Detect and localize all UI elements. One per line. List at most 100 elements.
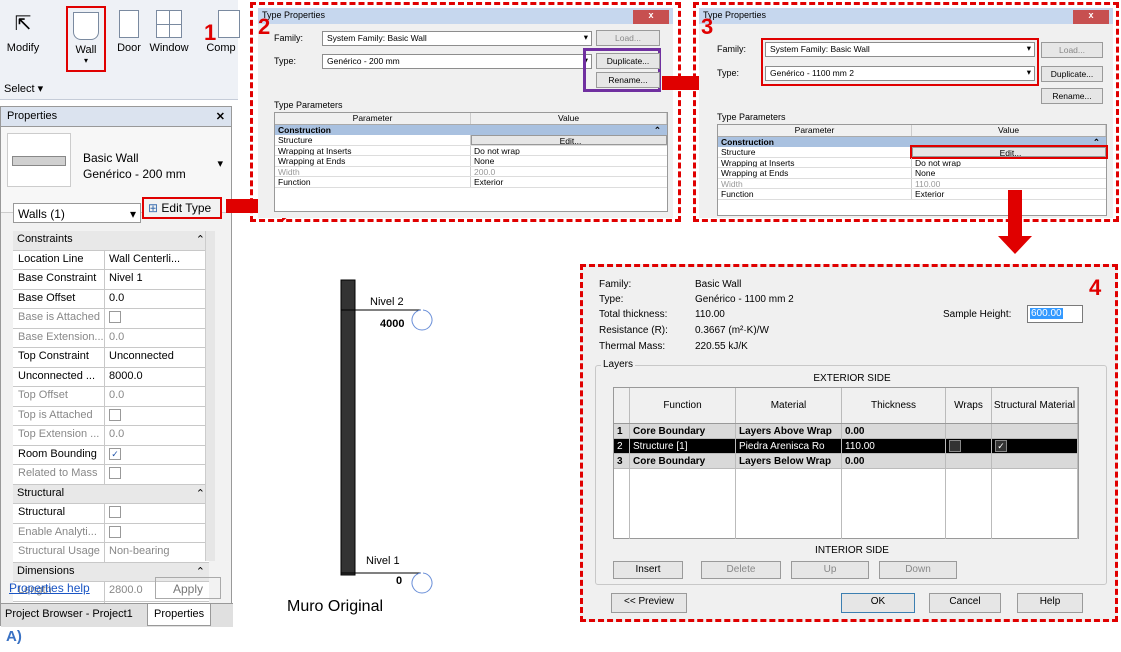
sample-height-input[interactable]: 600.00 bbox=[1027, 305, 1083, 323]
ok-button[interactable]: OK bbox=[841, 593, 915, 613]
instance-filter[interactable]: Walls (1) ▾ bbox=[13, 203, 141, 223]
property-value[interactable] bbox=[105, 504, 209, 523]
apply-button[interactable]: Apply bbox=[155, 577, 221, 599]
property-value[interactable]: 0.0 bbox=[105, 426, 209, 445]
layer-row[interactable]: 3 Core Boundary Layers Below Wrap 0.00 bbox=[614, 454, 1078, 469]
structural-material-cell[interactable] bbox=[992, 424, 1078, 438]
property-value[interactable]: ✓ bbox=[105, 446, 209, 465]
checkbox-icon[interactable] bbox=[109, 467, 121, 480]
duplicate-button[interactable]: Duplicate... bbox=[596, 53, 660, 69]
close-icon[interactable]: x bbox=[633, 10, 669, 24]
property-row[interactable]: Structural Usage Non-bearing bbox=[13, 543, 209, 563]
property-value[interactable] bbox=[105, 465, 209, 484]
collapse-icon[interactable]: ⌃ bbox=[654, 125, 661, 135]
property-row[interactable]: Related to Mass bbox=[13, 465, 209, 485]
property-value[interactable]: Nivel 1 bbox=[105, 270, 209, 289]
duplicate-button[interactable]: Duplicate... bbox=[1041, 66, 1103, 82]
tab-properties[interactable]: Properties bbox=[147, 604, 212, 626]
table-row[interactable]: Width 200.0 bbox=[275, 166, 667, 177]
property-row[interactable]: Top is Attached bbox=[13, 406, 209, 426]
property-row[interactable]: Base Offset 0.0 bbox=[13, 289, 209, 309]
layer-row[interactable]: 2 Structure [1] Piedra Arenisca Ro 110.00 ✓ bbox=[614, 439, 1078, 454]
structural-material-cell[interactable] bbox=[992, 454, 1078, 468]
structure-edit-button[interactable]: Edit... bbox=[910, 145, 1108, 159]
family-dropdown[interactable]: System Family: Basic Wall bbox=[322, 31, 592, 46]
property-row[interactable]: Location Line Wall Centerli... bbox=[13, 250, 209, 270]
select-menu[interactable]: Select ▾ bbox=[4, 82, 43, 95]
structure-edit-button[interactable]: Edit... bbox=[471, 135, 667, 145]
section-header[interactable]: Structural ⌃ bbox=[13, 484, 209, 504]
table-row[interactable]: Wrapping at Inserts Do not wrap bbox=[275, 145, 667, 156]
property-value[interactable]: 8000.0 bbox=[105, 368, 209, 387]
property-row[interactable]: Top Constraint Unconnected bbox=[13, 348, 209, 368]
property-value[interactable] bbox=[105, 524, 209, 543]
up-button[interactable]: Up bbox=[791, 561, 869, 579]
checkbox-icon[interactable] bbox=[109, 506, 121, 519]
structural-material-cell[interactable]: ✓ bbox=[992, 439, 1078, 453]
wraps-cell[interactable] bbox=[946, 454, 992, 468]
property-row[interactable]: Top Offset 0.0 bbox=[13, 387, 209, 407]
checkbox-icon[interactable] bbox=[949, 440, 961, 452]
close-icon[interactable]: ✕ bbox=[216, 110, 225, 123]
property-row[interactable]: Unconnected ... 8000.0 bbox=[13, 367, 209, 387]
checkbox-checked-icon[interactable]: ✓ bbox=[995, 440, 1007, 452]
section-header[interactable]: Constraints ⌃ bbox=[13, 231, 209, 251]
property-row[interactable]: Base Extension... 0.0 bbox=[13, 328, 209, 348]
wraps-cell[interactable] bbox=[946, 424, 992, 438]
down-button[interactable]: Down bbox=[879, 561, 957, 579]
table-row[interactable]: Function Exterior bbox=[275, 177, 667, 188]
collapse-icon[interactable]: ⌃ bbox=[196, 233, 205, 248]
property-value[interactable]: Non-bearing bbox=[105, 543, 209, 562]
checkbox-icon[interactable] bbox=[109, 525, 121, 538]
tab-project-browser[interactable]: Project Browser - Project1 bbox=[5, 608, 133, 620]
close-icon[interactable]: x bbox=[1073, 10, 1109, 24]
delete-button[interactable]: Delete bbox=[701, 561, 781, 579]
wall-tool[interactable]: Wall ▾ bbox=[66, 6, 106, 72]
property-row[interactable]: Top Extension ... 0.0 bbox=[13, 426, 209, 446]
property-row[interactable]: Room Bounding ✓ bbox=[13, 445, 209, 465]
group-header[interactable]: Construction ⌃ bbox=[275, 125, 667, 135]
window-tool[interactable]: Window bbox=[148, 10, 190, 54]
rename-button[interactable]: Rename... bbox=[1041, 88, 1103, 104]
checkbox-checked-icon[interactable]: ✓ bbox=[109, 447, 121, 460]
insert-button[interactable]: Insert bbox=[613, 561, 683, 579]
property-value[interactable]: 0.0 bbox=[105, 290, 209, 309]
table-row[interactable]: Structure Edit... bbox=[275, 135, 667, 146]
property-row[interactable]: Base Constraint Nivel 1 bbox=[13, 270, 209, 290]
group-header[interactable]: Construction ⌃ bbox=[718, 137, 1106, 147]
rename-button[interactable]: Rename... bbox=[596, 72, 660, 88]
property-value[interactable]: 0.0 bbox=[105, 387, 209, 406]
table-row[interactable]: Width 110.00 bbox=[718, 178, 1106, 189]
door-tool[interactable]: Door bbox=[114, 10, 144, 54]
property-value[interactable]: 0.0 bbox=[105, 329, 209, 348]
checkbox-icon[interactable] bbox=[109, 311, 121, 324]
cancel-button[interactable]: Cancel bbox=[929, 593, 1001, 613]
preview-button[interactable]: << Preview bbox=[611, 593, 687, 613]
property-value[interactable]: Unconnected bbox=[105, 348, 209, 367]
scrollbar[interactable] bbox=[205, 231, 215, 561]
table-row[interactable]: Wrapping at Inserts Do not wrap bbox=[718, 157, 1106, 168]
wraps-cell[interactable] bbox=[946, 439, 992, 453]
property-row[interactable]: Structural bbox=[13, 504, 209, 524]
load-button[interactable]: Load... bbox=[1041, 42, 1103, 58]
help-button[interactable]: Help bbox=[1017, 593, 1083, 613]
layers-table[interactable]: Function Material Thickness Wraps Structural… bbox=[613, 387, 1079, 539]
type-dropdown[interactable]: Genérico - 200 mm bbox=[322, 54, 592, 69]
modify-tool[interactable]: ⇱ Modify bbox=[6, 10, 40, 54]
edit-type-button[interactable]: ⊞ Edit Type bbox=[142, 197, 222, 219]
properties-help-link[interactable]: Properties help bbox=[9, 581, 90, 595]
table-row[interactable]: Function Exterior bbox=[718, 189, 1106, 200]
collapse-icon[interactable]: ⌃ bbox=[196, 487, 205, 502]
table-row[interactable]: Structure Edit... bbox=[718, 145, 1108, 159]
table-row[interactable]: Wrapping at Ends None bbox=[718, 168, 1106, 179]
load-button[interactable]: Load... bbox=[596, 30, 660, 46]
property-row[interactable]: Base is Attached bbox=[13, 309, 209, 329]
checkbox-icon[interactable] bbox=[109, 408, 121, 421]
property-value[interactable] bbox=[105, 407, 209, 426]
property-value[interactable]: Wall Centerli... bbox=[105, 251, 209, 270]
collapse-icon[interactable]: ⌃ bbox=[1093, 137, 1100, 147]
property-value[interactable] bbox=[105, 309, 209, 328]
layer-row[interactable]: 1 Core Boundary Layers Above Wrap 0.00 bbox=[614, 424, 1078, 439]
table-row[interactable]: Wrapping at Ends None bbox=[275, 156, 667, 167]
property-row[interactable]: Enable Analyti... bbox=[13, 523, 209, 543]
